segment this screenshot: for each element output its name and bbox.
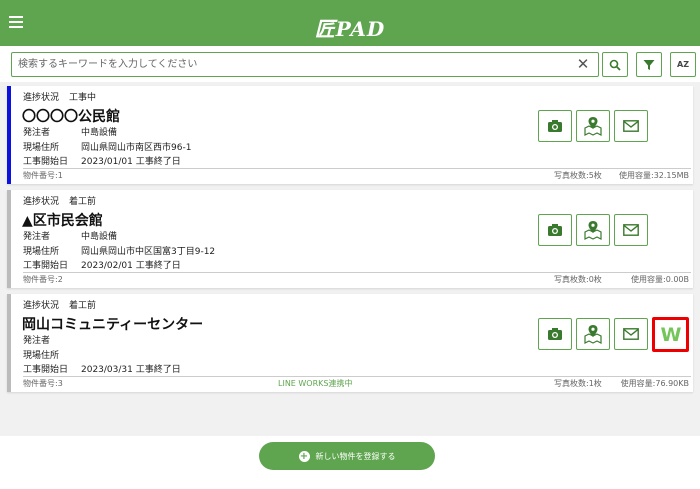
lineworks-status: LINE WORKS連携中 [278, 379, 353, 388]
camera-button[interactable] [538, 110, 572, 142]
map-button[interactable] [576, 214, 610, 246]
address-row: 現場住所 [23, 348, 81, 361]
end-label: 工事終了日 [135, 261, 181, 271]
status-label: 進捗状況 [23, 301, 60, 311]
property-title: 〇〇〇〇公民館 [22, 109, 120, 125]
map-button[interactable] [576, 110, 610, 142]
property-title: ▲区市民会館 [22, 213, 103, 229]
bottom-bar: + 新しい物件を登録する [0, 436, 700, 489]
status-row: 進捗状況 着工前 [23, 194, 96, 207]
property-number: 物件番号:1 [23, 171, 63, 180]
property-number: 物件番号:3 [23, 379, 63, 388]
orderer-label: 発注者 [23, 336, 51, 346]
search-icon [609, 59, 621, 71]
date-row: 工事開始日 2023/02/01 工事終了日 [23, 258, 181, 271]
sort-az-icon: AZ [677, 60, 689, 69]
card-footer: 物件番号:2 写真枚数:0枚 使用容量:0.00B [23, 272, 691, 284]
property-title: 岡山コミュニティーセンター [22, 317, 204, 333]
start-date: 2023/03/31 [81, 365, 133, 375]
sort-button[interactable]: AZ [670, 52, 696, 77]
photo-count: 写真枚数:1枚 [554, 379, 602, 388]
clear-search-button[interactable]: ✕ [574, 55, 592, 73]
add-property-label: 新しい物件を登録する [315, 451, 396, 461]
map-pin-icon [584, 325, 602, 344]
address-label: 現場住所 [23, 143, 60, 153]
status-value: 工事中 [69, 93, 97, 103]
orderer-label: 発注者 [23, 128, 51, 138]
orderer-value: 中島設備 [81, 128, 118, 138]
orderer-row: 発注者 [23, 333, 81, 346]
storage-usage: 使用容量:32.15MB [619, 171, 689, 180]
address-label: 現場住所 [23, 247, 60, 257]
search-button[interactable] [602, 52, 628, 77]
address-label: 現場住所 [23, 351, 60, 361]
end-label: 工事終了日 [135, 365, 181, 375]
add-property-button[interactable]: + 新しい物件を登録する [259, 442, 435, 470]
search-bar: ✕ AZ [0, 46, 700, 82]
map-pin-icon [584, 117, 602, 136]
orderer-value: 中島設備 [81, 232, 118, 242]
property-card-2[interactable]: 進捗状況 着工前 ▲区市民会館 発注者 中島設備 現場住所 岡山県岡山市中区国富3丁目… [7, 190, 693, 288]
mail-button[interactable] [614, 318, 648, 350]
filter-icon [643, 59, 655, 70]
camera-icon [548, 120, 562, 132]
plus-icon: + [298, 450, 310, 462]
status-value: 着工前 [69, 301, 97, 311]
address-row: 現場住所 岡山県岡山市南区西市96-1 [23, 140, 191, 153]
property-number: 物件番号:2 [23, 275, 63, 284]
orderer-row: 発注者 中島設備 [23, 229, 117, 242]
start-date: 2023/01/01 [81, 157, 133, 167]
status-label: 進捗状況 [23, 197, 60, 207]
address-value: 岡山県岡山市南区西市96-1 [81, 143, 192, 153]
mail-icon [623, 120, 639, 132]
camera-button[interactable] [538, 318, 572, 350]
mail-icon [623, 224, 639, 236]
status-row: 進捗状況 着工前 [23, 298, 96, 311]
card-footer: 物件番号:3 LINE WORKS連携中 写真枚数:1枚 使用容量:76.90K… [23, 376, 691, 388]
status-value: 着工前 [69, 197, 97, 207]
status-row: 進捗状況 工事中 [23, 90, 96, 103]
start-label: 工事開始日 [23, 261, 69, 271]
app-title: 匠PAD [314, 17, 386, 41]
start-label: 工事開始日 [23, 365, 69, 375]
lineworks-button[interactable]: W [652, 317, 689, 352]
status-label: 進捗状況 [23, 93, 60, 103]
map-button[interactable] [576, 318, 610, 350]
filter-button[interactable] [636, 52, 662, 77]
camera-icon [548, 224, 562, 236]
orderer-row: 発注者 中島設備 [23, 125, 117, 138]
photo-count: 写真枚数:5枚 [554, 171, 602, 180]
address-value: 岡山県岡山市中区国富3丁目9-12 [81, 247, 216, 257]
date-row: 工事開始日 2023/01/01 工事終了日 [23, 154, 181, 167]
photo-count: 写真枚数:0枚 [554, 275, 602, 284]
camera-icon [548, 328, 562, 340]
address-row: 現場住所 岡山県岡山市中区国富3丁目9-12 [23, 244, 215, 257]
start-label: 工事開始日 [23, 157, 69, 167]
property-card-3[interactable]: 進捗状況 着工前 岡山コミュニティーセンター 発注者 現場住所 工事開始日 2023… [7, 294, 693, 392]
end-label: 工事終了日 [135, 157, 181, 167]
mail-icon [623, 328, 639, 340]
camera-button[interactable] [538, 214, 572, 246]
search-input[interactable] [18, 55, 558, 74]
storage-usage: 使用容量:0.00B [631, 275, 689, 284]
orderer-label: 発注者 [23, 232, 51, 242]
storage-usage: 使用容量:76.90KB [620, 379, 689, 388]
date-row: 工事開始日 2023/03/31 工事終了日 [23, 362, 181, 375]
search-box: ✕ [11, 52, 599, 77]
lineworks-icon: W [660, 323, 682, 346]
property-card-1[interactable]: 進捗状況 工事中 〇〇〇〇公民館 発注者 中島設備 現場住所 岡山県岡山市南区西市96… [7, 86, 693, 184]
card-footer: 物件番号:1 写真枚数:5枚 使用容量:32.15MB [23, 168, 691, 180]
start-date: 2023/02/01 [81, 261, 133, 271]
map-pin-icon [584, 221, 602, 240]
app-header: 匠PAD [0, 0, 700, 46]
mail-button[interactable] [614, 214, 648, 246]
mail-button[interactable] [614, 110, 648, 142]
